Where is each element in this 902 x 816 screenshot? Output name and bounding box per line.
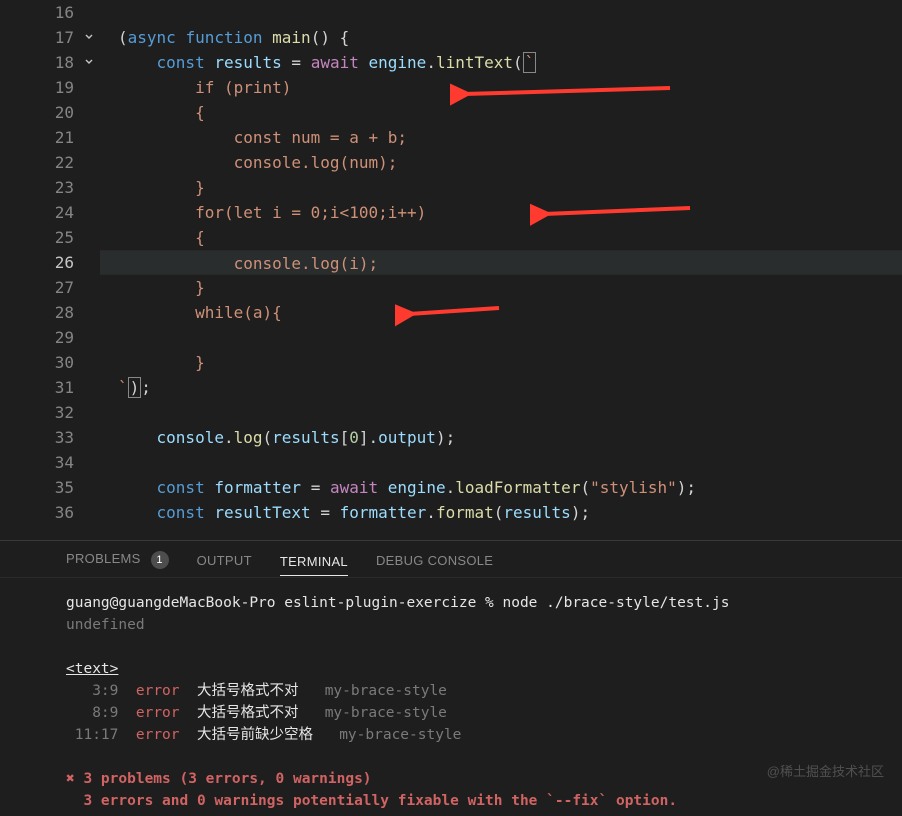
tab-problems-label: PROBLEMS [66,551,141,566]
line-number: 19 [0,75,74,100]
line-number: 20 [0,100,74,125]
line-number: 32 [0,400,74,425]
line-number: 26 [0,250,74,275]
code-line[interactable]: { [100,225,902,250]
terminal-cmd: guang@guangdeMacBook-Pro eslint-plugin-e… [66,592,884,614]
terminal-errors: 3:9 error 大括号格式不对 my-brace-style 8:9 err… [66,680,884,746]
line-number: 30 [0,350,74,375]
line-number: 18 [0,50,74,75]
code-line[interactable]: `); [100,375,902,400]
line-number: 21 [0,125,74,150]
code-line[interactable]: (async function main() { [100,25,902,50]
line-number: 35 [0,475,74,500]
code-line[interactable] [100,325,902,350]
terminal-error-row: 11:17 error 大括号前缺少空格 my-brace-style [66,724,884,746]
tab-debug-console[interactable]: DEBUG CONSOLE [376,553,493,568]
code-line[interactable]: console.log(results[0].output); [100,425,902,450]
line-number: 27 [0,275,74,300]
line-number: 16 [0,0,74,25]
code-line[interactable]: console.log(num); [100,150,902,175]
code-line[interactable] [100,0,902,25]
line-number: 24 [0,200,74,225]
terminal-heading: <text> [66,658,884,680]
line-number: 34 [0,450,74,475]
terminal-summary-1: ✖ 3 problems (3 errors, 0 warnings) [66,768,884,790]
code-line[interactable]: if (print) [100,75,902,100]
terminal-error-row: 3:9 error 大括号格式不对 my-brace-style [66,680,884,702]
line-number: 22 [0,150,74,175]
code-line[interactable]: console.log(i); [100,250,902,275]
line-number: 36 [0,500,74,525]
line-number: 33 [0,425,74,450]
code-line[interactable]: const results = await engine.lintText(` [100,50,902,75]
code-line[interactable]: const formatter = await engine.loadForma… [100,475,902,500]
problems-badge: 1 [151,551,169,569]
code-line[interactable]: } [100,275,902,300]
tab-terminal[interactable]: TERMINAL [280,554,348,576]
line-number: 29 [0,325,74,350]
code-line[interactable] [100,450,902,475]
watermark: @稀土掘金技术社区 [767,761,884,780]
code-line[interactable]: } [100,350,902,375]
terminal-error-row: 8:9 error 大括号格式不对 my-brace-style [66,702,884,724]
code-line[interactable]: for(let i = 0;i<100;i++) [100,200,902,225]
line-number: 31 [0,375,74,400]
terminal-summary-2: 3 errors and 0 warnings potentially fixa… [66,790,884,812]
code-line[interactable]: const num = a + b; [100,125,902,150]
fold-chevron-icon[interactable] [82,55,96,69]
code-line[interactable] [100,400,902,425]
code-line[interactable]: { [100,100,902,125]
line-number: 25 [0,225,74,250]
tab-output[interactable]: OUTPUT [197,553,252,568]
tab-problems[interactable]: PROBLEMS 1 [66,551,169,569]
line-number: 17 [0,25,74,50]
line-number: 23 [0,175,74,200]
line-number-gutter: 1617181920212223242526272829303132333435… [0,0,100,540]
terminal-undefined: undefined [66,614,884,636]
line-number: 28 [0,300,74,325]
code-editor[interactable]: 1617181920212223242526272829303132333435… [0,0,902,540]
code-line[interactable]: while(a){ [100,300,902,325]
code-line[interactable]: const resultText = formatter.format(resu… [100,500,902,525]
code-content[interactable]: (async function main() { const results =… [100,0,902,540]
fold-chevron-icon[interactable] [82,30,96,44]
panel-tabs: PROBLEMS 1 OUTPUT TERMINAL DEBUG CONSOLE [0,541,902,578]
code-line[interactable]: } [100,175,902,200]
